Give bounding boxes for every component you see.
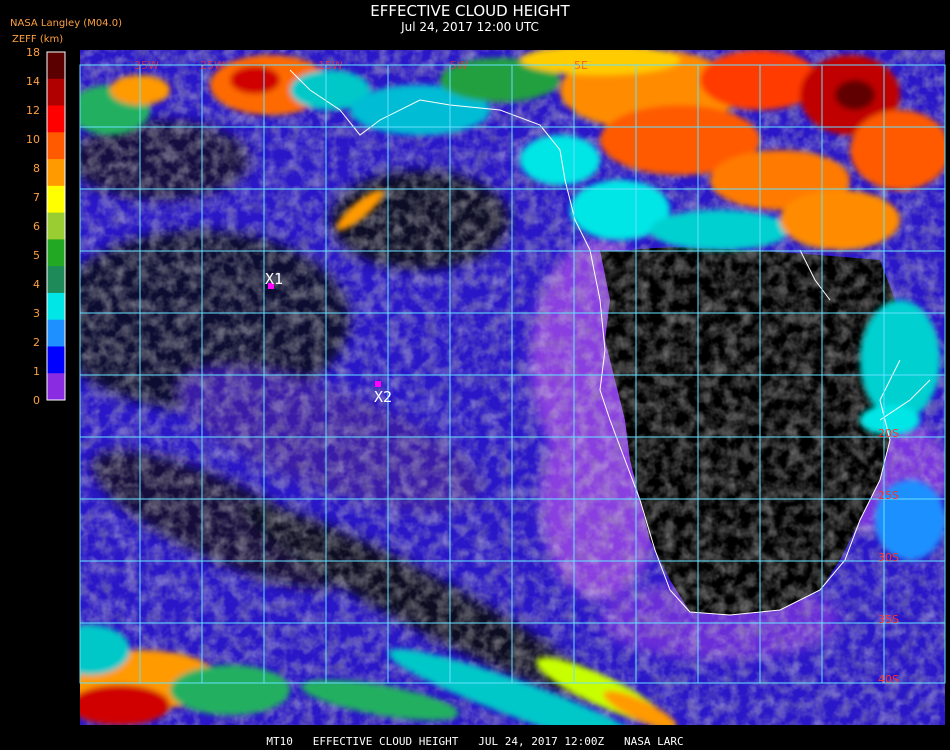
colorbar-swatch	[47, 292, 65, 321]
colorbar: 18141210876543210	[26, 46, 66, 407]
colorbar-swatch	[47, 319, 65, 347]
colorbar-swatch	[47, 239, 65, 267]
colorbar-tick-label: 7	[33, 191, 40, 204]
colorbar-tick-label: 3	[33, 307, 40, 320]
latitude-label: 40S	[878, 673, 899, 686]
colorbar-tick-label: 8	[33, 162, 40, 175]
colorbar-swatch	[47, 159, 65, 187]
latitude-label: 35S	[878, 613, 899, 626]
marker-x1-label: X1	[265, 270, 283, 288]
colorbar-swatch	[47, 105, 65, 133]
colorbar-tick-label: 12	[26, 104, 40, 117]
colorbar-swatch	[47, 78, 65, 107]
footer-caption: MT10 EFFECTIVE CLOUD HEIGHT JUL 24, 2017…	[266, 735, 683, 748]
map-area: 20S25S30S35S40S 35W 25W 15W 5W 5E 15E X1 X2	[80, 50, 945, 725]
units-label: ZEFF (km)	[12, 34, 63, 45]
marker-x1: X1	[265, 270, 283, 289]
colorbar-tick-label: 0	[33, 394, 40, 407]
marker-x2-label: X2	[374, 388, 392, 406]
colorbar-tick-label: 6	[33, 220, 40, 233]
colorbar-swatch	[47, 346, 65, 374]
colorbar-swatch	[47, 185, 65, 214]
cloud-height-map: EFFECTIVE CLOUD HEIGHT Jul 24, 2017 12:0…	[10, 2, 946, 748]
colorbar-swatch	[47, 52, 65, 80]
colorbar-tick-label: 5	[33, 249, 40, 262]
colorbar-tick-label: 2	[33, 336, 40, 349]
latitude-label: 30S	[878, 551, 899, 564]
colorbar-swatch	[47, 266, 65, 294]
colorbar-tick-label: 1	[33, 365, 40, 378]
colorbar-tick-label: 14	[26, 75, 40, 88]
map-title: EFFECTIVE CLOUD HEIGHT	[370, 2, 570, 20]
colorbar-swatch	[47, 212, 65, 240]
source-label: NASA Langley (M04.0)	[10, 18, 122, 29]
colorbar-swatch	[47, 132, 65, 160]
map-subtitle: Jul 24, 2017 12:00 UTC	[400, 20, 539, 34]
latitude-label: 20S	[878, 427, 899, 440]
colorbar-swatch	[47, 373, 65, 401]
latitude-label: 25S	[878, 489, 899, 502]
colorbar-tick-label: 4	[33, 278, 40, 291]
colorbar-tick-label: 10	[26, 133, 40, 146]
colorbar-tick-label: 18	[26, 46, 40, 59]
